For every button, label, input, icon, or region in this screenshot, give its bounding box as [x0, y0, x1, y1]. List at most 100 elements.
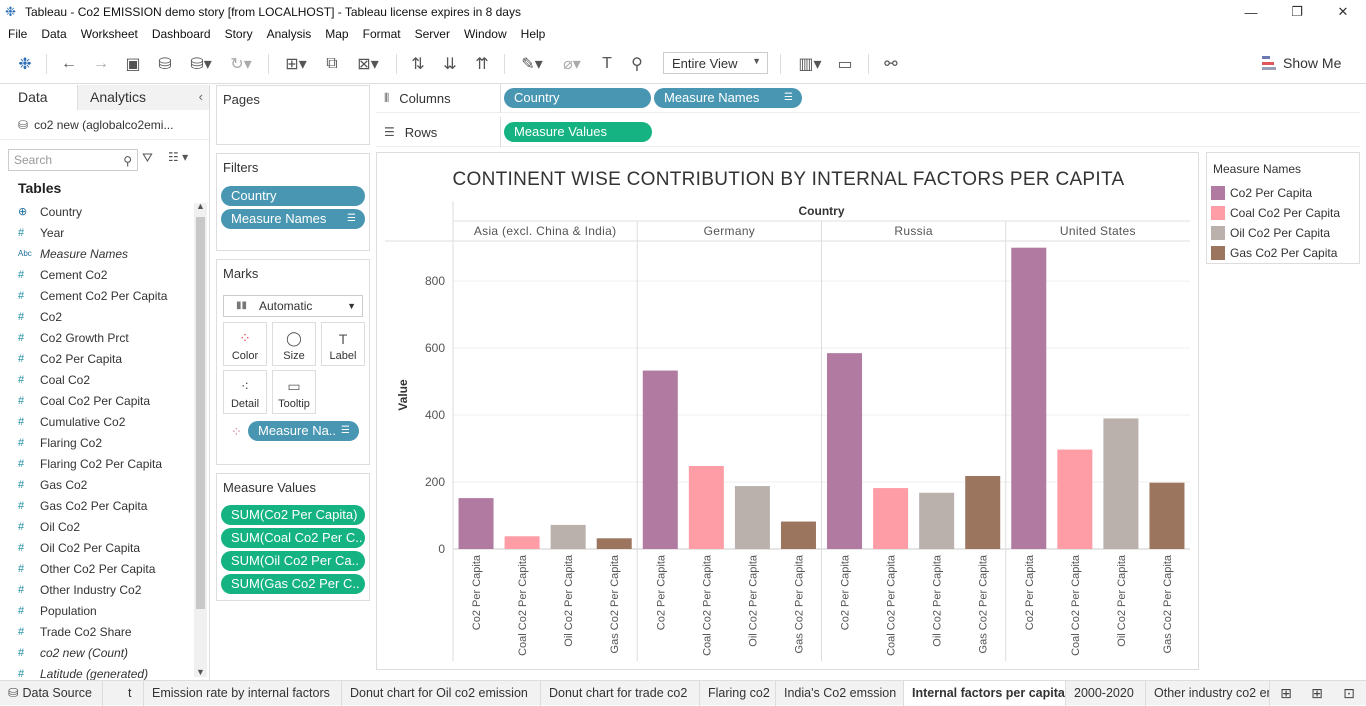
field-item[interactable]: # Other Industry Co2	[0, 579, 193, 600]
sheet-tab-7[interactable]: 2000-2020	[1066, 681, 1146, 706]
columns-shelf[interactable]: ⦀ Columns Country Measure Names ☰	[376, 83, 1360, 113]
marks-size-button[interactable]: ◯ Size	[272, 322, 316, 366]
sheet-tab-8[interactable]: Other industry co2 er	[1146, 681, 1270, 706]
field-item[interactable]: # Year	[0, 222, 193, 243]
field-item[interactable]: # Gas Co2	[0, 474, 193, 495]
menu-data[interactable]: Data	[41, 27, 66, 41]
scrollbar-thumb[interactable]	[196, 217, 205, 609]
legend-item[interactable]: Gas Co2 Per Capita	[1211, 245, 1337, 261]
marks-color-button[interactable]: ⁘ Color	[223, 322, 267, 366]
menu-story[interactable]: Story	[225, 27, 253, 41]
row-pill-measure-values[interactable]: Measure Values	[504, 122, 652, 142]
field-item[interactable]: Abc Measure Names	[0, 243, 193, 264]
pause-updates-icon[interactable]: ⛁▾	[186, 52, 216, 76]
color-pill-measure-names[interactable]: Measure Na.. ☰	[248, 421, 359, 441]
legend-item[interactable]: Oil Co2 Per Capita	[1211, 225, 1330, 241]
filters-card[interactable]: Filters Country Measure Names ☰	[216, 153, 370, 251]
field-item[interactable]: # Co2 Per Capita	[0, 348, 193, 369]
fit-view-select[interactable]: Entire View ▼	[663, 52, 768, 74]
fix-axes-icon[interactable]: ⚲	[626, 52, 648, 76]
sort-descending-icon[interactable]: ⇈	[470, 52, 494, 76]
field-item[interactable]: # Other Co2 Per Capita	[0, 558, 193, 579]
field-item[interactable]: ⊕ Country	[0, 201, 193, 222]
mark-type-select[interactable]: ▮▮ Automatic ▼	[223, 295, 363, 317]
marks-tooltip-button[interactable]: ▭ Tooltip	[272, 370, 316, 414]
new-worksheet-icon[interactable]: ⊞	[1277, 684, 1295, 702]
field-item[interactable]: # Cumulative Co2	[0, 411, 193, 432]
field-list-scrollbar[interactable]: ▲ ▼	[194, 201, 207, 677]
menu-worksheet[interactable]: Worksheet	[81, 27, 138, 41]
show-mark-labels-icon[interactable]: T	[596, 52, 618, 76]
minimize-button[interactable]: —	[1228, 0, 1274, 24]
chart-view[interactable]: CONTINENT WISE CONTRIBUTION BY INTERNAL …	[376, 152, 1199, 670]
measure-pill-co2-per-capita[interactable]: SUM(Co2 Per Capita)	[221, 505, 365, 525]
sheet-tab-4[interactable]: Flaring co2	[700, 681, 776, 706]
scroll-up-icon[interactable]: ▲	[196, 201, 205, 211]
measure-pill-coal-co2-per-capita[interactable]: SUM(Coal Co2 Per C..	[221, 528, 365, 548]
menu-analysis[interactable]: Analysis	[267, 27, 312, 41]
column-pill-measure-names[interactable]: Measure Names ☰	[654, 88, 802, 108]
sort-ascending-icon[interactable]: ⇊	[438, 52, 462, 76]
clear-sheet-icon[interactable]: ⊠▾	[350, 52, 386, 76]
sheet-tab-0[interactable]: t	[103, 681, 144, 706]
legend-item[interactable]: Coal Co2 Per Capita	[1211, 205, 1340, 221]
sheet-tab-5[interactable]: India's Co2 emssion	[776, 681, 904, 706]
field-item[interactable]: # Flaring Co2 Per Capita	[0, 453, 193, 474]
filter-pill-measure-names[interactable]: Measure Names ☰	[221, 209, 365, 229]
pages-card[interactable]: Pages	[216, 85, 370, 145]
marks-label-button[interactable]: T Label	[321, 322, 365, 366]
undo-icon[interactable]: ←	[58, 52, 80, 76]
highlight-icon[interactable]: ✎▾	[514, 52, 550, 76]
tab-data[interactable]: Data	[0, 85, 78, 110]
menu-window[interactable]: Window	[464, 27, 507, 41]
save-icon[interactable]: ▣	[122, 52, 144, 76]
search-input[interactable]: Search ⚲	[8, 149, 138, 171]
column-pill-country[interactable]: Country	[504, 88, 651, 108]
legend-item[interactable]: Co2 Per Capita	[1211, 185, 1312, 201]
data-source-item[interactable]: ⛁ co2 new (aglobalco2emi...	[0, 110, 209, 140]
new-data-source-icon[interactable]: ⛁	[154, 52, 176, 76]
sheet-tab-3[interactable]: Donut chart for trade co2	[541, 681, 700, 706]
field-item[interactable]: # Co2	[0, 306, 193, 327]
field-item[interactable]: # Trade Co2 Share	[0, 621, 193, 642]
share-icon[interactable]: ⚯	[880, 52, 902, 76]
presentation-mode-icon[interactable]: ▭	[834, 52, 856, 76]
show-cards-icon[interactable]: ▥▾	[792, 52, 828, 76]
rows-shelf[interactable]: ☰ Rows Measure Values	[376, 117, 1360, 147]
field-item[interactable]: # Co2 Growth Prct	[0, 327, 193, 348]
tableau-home-icon[interactable]: ❉	[14, 52, 36, 76]
new-story-icon[interactable]: ⊡	[1340, 684, 1358, 702]
show-me-button[interactable]: Show Me	[1262, 54, 1341, 72]
view-options-icon[interactable]: ☷ ▾	[168, 150, 188, 164]
field-item[interactable]: # Gas Co2 Per Capita	[0, 495, 193, 516]
close-button[interactable]: ✕	[1320, 0, 1366, 24]
color-legend[interactable]: Measure Names Co2 Per Capita Coal Co2 Per…	[1206, 152, 1360, 264]
scroll-down-icon[interactable]: ▼	[196, 667, 205, 677]
menu-server[interactable]: Server	[415, 27, 450, 41]
menu-help[interactable]: Help	[521, 27, 546, 41]
menu-map[interactable]: Map	[325, 27, 348, 41]
collapse-pane-icon[interactable]: ‹	[199, 89, 203, 104]
field-item[interactable]: # Flaring Co2	[0, 432, 193, 453]
marks-detail-button[interactable]: ⁖ Detail	[223, 370, 267, 414]
field-item[interactable]: # Oil Co2 Per Capita	[0, 537, 193, 558]
sheet-tab-1[interactable]: Emission rate by internal factors	[144, 681, 342, 706]
new-worksheet-icon[interactable]: ⊞▾	[278, 52, 314, 76]
sheet-tab-2[interactable]: Donut chart for Oil co2 emission	[342, 681, 541, 706]
bar-chart[interactable]: Country 0 200 400 600 800 Value Asia (excl. Chi…	[377, 153, 1200, 671]
menu-dashboard[interactable]: Dashboard	[152, 27, 211, 41]
group-members-icon[interactable]: ⌀▾	[554, 52, 590, 76]
field-item[interactable]: # Population	[0, 600, 193, 621]
menu-format[interactable]: Format	[363, 27, 401, 41]
duplicate-sheet-icon[interactable]: ⧉	[320, 52, 344, 76]
field-item[interactable]: # Oil Co2	[0, 516, 193, 537]
field-item[interactable]: # co2 new (Count)	[0, 642, 193, 663]
field-item[interactable]: # Cement Co2 Per Capita	[0, 285, 193, 306]
measure-pill-gas-co2-per-capita[interactable]: SUM(Gas Co2 Per C..	[221, 574, 365, 594]
filter-pill-country[interactable]: Country	[221, 186, 365, 206]
menu-file[interactable]: File	[8, 27, 27, 41]
filter-icon[interactable]: ⛛	[142, 150, 153, 166]
measure-pill-oil-co2-per-capita[interactable]: SUM(Oil Co2 Per Ca..	[221, 551, 365, 571]
data-source-tab[interactable]: ⛁ Data Source	[0, 681, 103, 706]
field-item[interactable]: # Coal Co2 Per Capita	[0, 390, 193, 411]
